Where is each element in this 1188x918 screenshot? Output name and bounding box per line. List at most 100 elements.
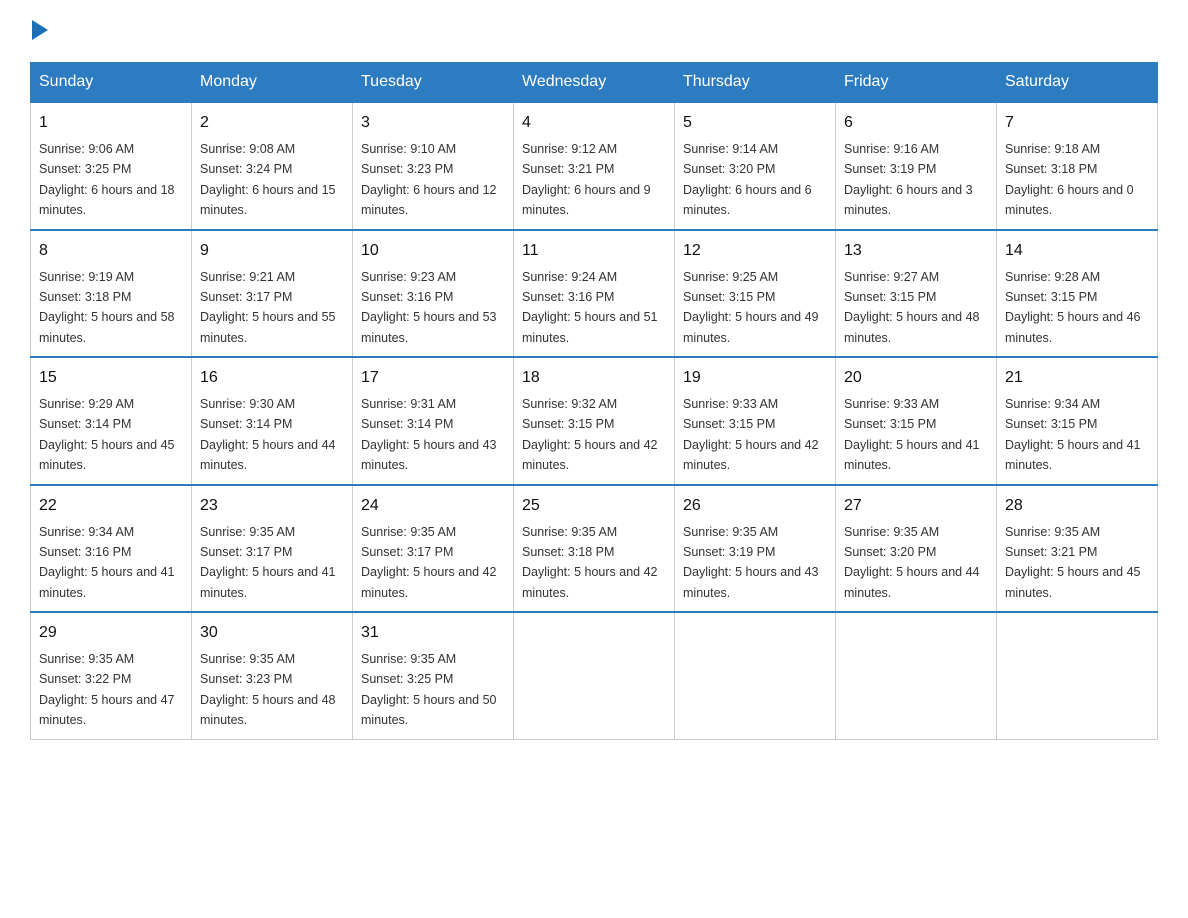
day-of-week-header: Friday	[836, 63, 997, 103]
day-number: 24	[361, 494, 505, 518]
calendar-day-cell: 5 Sunrise: 9:14 AMSunset: 3:20 PMDayligh…	[675, 102, 836, 230]
calendar-day-cell: 1 Sunrise: 9:06 AMSunset: 3:25 PMDayligh…	[31, 102, 192, 230]
day-number: 8	[39, 239, 183, 263]
day-info: Sunrise: 9:16 AMSunset: 3:19 PMDaylight:…	[844, 142, 973, 217]
calendar-day-cell: 22 Sunrise: 9:34 AMSunset: 3:16 PMDaylig…	[31, 485, 192, 613]
calendar-week-row: 8 Sunrise: 9:19 AMSunset: 3:18 PMDayligh…	[31, 230, 1158, 358]
calendar-day-cell: 7 Sunrise: 9:18 AMSunset: 3:18 PMDayligh…	[997, 102, 1158, 230]
calendar-day-cell: 16 Sunrise: 9:30 AMSunset: 3:14 PMDaylig…	[192, 357, 353, 485]
day-number: 13	[844, 239, 988, 263]
calendar-day-cell	[514, 612, 675, 739]
calendar-day-cell: 13 Sunrise: 9:27 AMSunset: 3:15 PMDaylig…	[836, 230, 997, 358]
day-number: 6	[844, 111, 988, 135]
day-number: 17	[361, 366, 505, 390]
day-info: Sunrise: 9:23 AMSunset: 3:16 PMDaylight:…	[361, 270, 497, 345]
calendar-week-row: 15 Sunrise: 9:29 AMSunset: 3:14 PMDaylig…	[31, 357, 1158, 485]
day-info: Sunrise: 9:34 AMSunset: 3:16 PMDaylight:…	[39, 525, 175, 600]
calendar-day-cell	[836, 612, 997, 739]
calendar-day-cell: 28 Sunrise: 9:35 AMSunset: 3:21 PMDaylig…	[997, 485, 1158, 613]
calendar-week-row: 22 Sunrise: 9:34 AMSunset: 3:16 PMDaylig…	[31, 485, 1158, 613]
calendar-day-cell: 21 Sunrise: 9:34 AMSunset: 3:15 PMDaylig…	[997, 357, 1158, 485]
day-info: Sunrise: 9:35 AMSunset: 3:20 PMDaylight:…	[844, 525, 980, 600]
calendar-day-cell: 30 Sunrise: 9:35 AMSunset: 3:23 PMDaylig…	[192, 612, 353, 739]
day-number: 28	[1005, 494, 1149, 518]
day-number: 4	[522, 111, 666, 135]
day-number: 7	[1005, 111, 1149, 135]
day-number: 12	[683, 239, 827, 263]
day-info: Sunrise: 9:35 AMSunset: 3:22 PMDaylight:…	[39, 652, 175, 727]
logo-triangle-icon	[32, 20, 48, 40]
day-number: 16	[200, 366, 344, 390]
calendar-day-cell: 20 Sunrise: 9:33 AMSunset: 3:15 PMDaylig…	[836, 357, 997, 485]
day-info: Sunrise: 9:21 AMSunset: 3:17 PMDaylight:…	[200, 270, 336, 345]
day-info: Sunrise: 9:25 AMSunset: 3:15 PMDaylight:…	[683, 270, 819, 345]
day-number: 25	[522, 494, 666, 518]
calendar-day-cell	[675, 612, 836, 739]
logo	[30, 20, 48, 42]
day-of-week-header: Monday	[192, 63, 353, 103]
day-info: Sunrise: 9:24 AMSunset: 3:16 PMDaylight:…	[522, 270, 658, 345]
calendar-week-row: 1 Sunrise: 9:06 AMSunset: 3:25 PMDayligh…	[31, 102, 1158, 230]
day-info: Sunrise: 9:27 AMSunset: 3:15 PMDaylight:…	[844, 270, 980, 345]
day-info: Sunrise: 9:28 AMSunset: 3:15 PMDaylight:…	[1005, 270, 1141, 345]
day-info: Sunrise: 9:33 AMSunset: 3:15 PMDaylight:…	[683, 397, 819, 472]
calendar-day-cell: 29 Sunrise: 9:35 AMSunset: 3:22 PMDaylig…	[31, 612, 192, 739]
day-number: 11	[522, 239, 666, 263]
calendar-day-cell: 24 Sunrise: 9:35 AMSunset: 3:17 PMDaylig…	[353, 485, 514, 613]
day-number: 2	[200, 111, 344, 135]
calendar-day-cell: 8 Sunrise: 9:19 AMSunset: 3:18 PMDayligh…	[31, 230, 192, 358]
calendar-day-cell: 9 Sunrise: 9:21 AMSunset: 3:17 PMDayligh…	[192, 230, 353, 358]
day-number: 26	[683, 494, 827, 518]
calendar-day-cell: 15 Sunrise: 9:29 AMSunset: 3:14 PMDaylig…	[31, 357, 192, 485]
day-info: Sunrise: 9:31 AMSunset: 3:14 PMDaylight:…	[361, 397, 497, 472]
calendar-week-row: 29 Sunrise: 9:35 AMSunset: 3:22 PMDaylig…	[31, 612, 1158, 739]
calendar-day-cell: 6 Sunrise: 9:16 AMSunset: 3:19 PMDayligh…	[836, 102, 997, 230]
calendar-day-cell: 19 Sunrise: 9:33 AMSunset: 3:15 PMDaylig…	[675, 357, 836, 485]
calendar-day-cell: 17 Sunrise: 9:31 AMSunset: 3:14 PMDaylig…	[353, 357, 514, 485]
day-number: 15	[39, 366, 183, 390]
day-number: 30	[200, 621, 344, 645]
day-info: Sunrise: 9:35 AMSunset: 3:21 PMDaylight:…	[1005, 525, 1141, 600]
calendar-day-cell: 26 Sunrise: 9:35 AMSunset: 3:19 PMDaylig…	[675, 485, 836, 613]
day-info: Sunrise: 9:29 AMSunset: 3:14 PMDaylight:…	[39, 397, 175, 472]
page-header	[30, 20, 1158, 42]
calendar-day-cell	[997, 612, 1158, 739]
day-info: Sunrise: 9:34 AMSunset: 3:15 PMDaylight:…	[1005, 397, 1141, 472]
day-info: Sunrise: 9:35 AMSunset: 3:19 PMDaylight:…	[683, 525, 819, 600]
day-number: 3	[361, 111, 505, 135]
day-of-week-header: Saturday	[997, 63, 1158, 103]
day-info: Sunrise: 9:35 AMSunset: 3:18 PMDaylight:…	[522, 525, 658, 600]
day-number: 14	[1005, 239, 1149, 263]
calendar-day-cell: 2 Sunrise: 9:08 AMSunset: 3:24 PMDayligh…	[192, 102, 353, 230]
calendar-day-cell: 14 Sunrise: 9:28 AMSunset: 3:15 PMDaylig…	[997, 230, 1158, 358]
calendar-day-cell: 11 Sunrise: 9:24 AMSunset: 3:16 PMDaylig…	[514, 230, 675, 358]
day-number: 18	[522, 366, 666, 390]
calendar-header-row: SundayMondayTuesdayWednesdayThursdayFrid…	[31, 63, 1158, 103]
day-info: Sunrise: 9:35 AMSunset: 3:17 PMDaylight:…	[361, 525, 497, 600]
day-info: Sunrise: 9:33 AMSunset: 3:15 PMDaylight:…	[844, 397, 980, 472]
day-info: Sunrise: 9:08 AMSunset: 3:24 PMDaylight:…	[200, 142, 336, 217]
day-info: Sunrise: 9:35 AMSunset: 3:25 PMDaylight:…	[361, 652, 497, 727]
day-info: Sunrise: 9:12 AMSunset: 3:21 PMDaylight:…	[522, 142, 651, 217]
day-number: 1	[39, 111, 183, 135]
day-of-week-header: Tuesday	[353, 63, 514, 103]
day-info: Sunrise: 9:14 AMSunset: 3:20 PMDaylight:…	[683, 142, 812, 217]
day-info: Sunrise: 9:10 AMSunset: 3:23 PMDaylight:…	[361, 142, 497, 217]
day-number: 19	[683, 366, 827, 390]
calendar-day-cell: 25 Sunrise: 9:35 AMSunset: 3:18 PMDaylig…	[514, 485, 675, 613]
calendar-day-cell: 23 Sunrise: 9:35 AMSunset: 3:17 PMDaylig…	[192, 485, 353, 613]
day-number: 20	[844, 366, 988, 390]
calendar-day-cell: 3 Sunrise: 9:10 AMSunset: 3:23 PMDayligh…	[353, 102, 514, 230]
calendar-day-cell: 12 Sunrise: 9:25 AMSunset: 3:15 PMDaylig…	[675, 230, 836, 358]
calendar-day-cell: 10 Sunrise: 9:23 AMSunset: 3:16 PMDaylig…	[353, 230, 514, 358]
day-number: 10	[361, 239, 505, 263]
day-of-week-header: Thursday	[675, 63, 836, 103]
day-info: Sunrise: 9:32 AMSunset: 3:15 PMDaylight:…	[522, 397, 658, 472]
day-number: 27	[844, 494, 988, 518]
day-info: Sunrise: 9:35 AMSunset: 3:23 PMDaylight:…	[200, 652, 336, 727]
day-number: 9	[200, 239, 344, 263]
day-info: Sunrise: 9:18 AMSunset: 3:18 PMDaylight:…	[1005, 142, 1134, 217]
day-info: Sunrise: 9:19 AMSunset: 3:18 PMDaylight:…	[39, 270, 175, 345]
day-number: 29	[39, 621, 183, 645]
calendar-day-cell: 27 Sunrise: 9:35 AMSunset: 3:20 PMDaylig…	[836, 485, 997, 613]
